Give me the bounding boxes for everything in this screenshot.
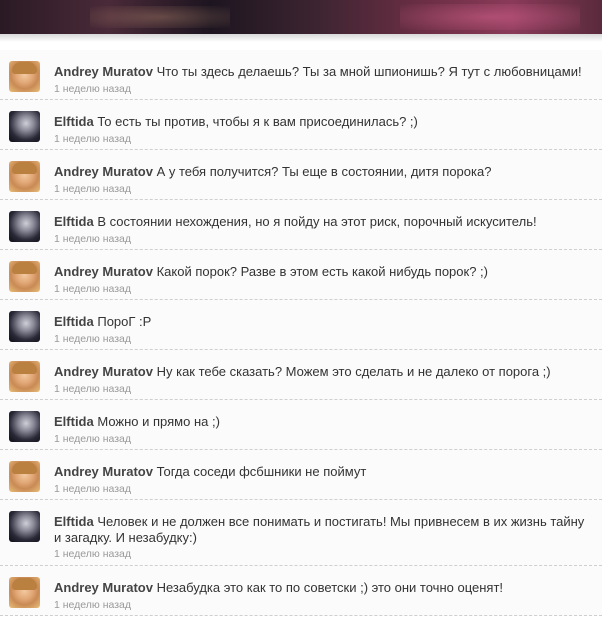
tweet-time[interactable]: 1 неделю назад [54, 133, 131, 145]
tweet-time[interactable]: 1 неделю назад [54, 599, 131, 611]
tweet-text: То есть ты против, чтобы я к вам присоед… [97, 114, 418, 129]
tweet-text: Тогда соседи фсбшники не поймут [156, 464, 367, 479]
tweet: Elftida В состоянии нехождения, но я пой… [0, 200, 602, 250]
tweet-text-block: Elftida То есть ты против, чтобы я к вам… [54, 114, 594, 130]
tweet-author[interactable]: Elftida [54, 114, 94, 129]
tweet-author[interactable]: Elftida [54, 514, 94, 529]
tweet-author[interactable]: Andrey Muratov [54, 264, 153, 279]
tweet-text-block: Andrey Muratov Ну как тебе сказать? Може… [54, 364, 594, 380]
andrey-avatar[interactable] [9, 577, 40, 608]
andrey-avatar[interactable] [9, 461, 40, 492]
elftida-avatar[interactable] [9, 211, 40, 242]
elftida-avatar[interactable] [9, 411, 40, 442]
tweet-text: Незабудка это как то по советски ;) это … [156, 580, 504, 595]
tweet: Andrey Muratov Что ты здесь делаешь? Ты … [0, 50, 602, 100]
tweet-author[interactable]: Andrey Muratov [54, 580, 153, 595]
tweet-time[interactable]: 1 неделю назад [54, 83, 131, 95]
tweet-author[interactable]: Andrey Muratov [54, 364, 153, 379]
tweet-text-block: Elftida Человек и не должен все понимать… [54, 514, 594, 546]
tweet: Andrey Muratov Тогда соседи фсбшники не … [0, 450, 602, 500]
elftida-avatar[interactable] [9, 511, 40, 542]
andrey-avatar[interactable] [9, 261, 40, 292]
tweet: Elftida ПороГ :Р 1 неделю назад [0, 300, 602, 350]
tweet-author[interactable]: Andrey Muratov [54, 164, 153, 179]
tweet-time[interactable]: 1 неделю назад [54, 433, 131, 445]
tweet-author[interactable]: Elftida [54, 214, 94, 229]
tweet-author[interactable]: Andrey Muratov [54, 64, 153, 79]
tweet-text-block: Andrey Muratov Что ты здесь делаешь? Ты … [54, 64, 594, 80]
andrey-avatar[interactable] [9, 61, 40, 92]
tweet-time[interactable]: 1 неделю назад [54, 183, 131, 195]
banner-light [90, 6, 230, 28]
andrey-avatar[interactable] [9, 161, 40, 192]
tweet-author[interactable]: Andrey Muratov [54, 464, 153, 479]
tweet: Andrey Muratov А у тебя получится? Ты ещ… [0, 150, 602, 200]
tweet-text-block: Elftida Можно и прямо на ;) [54, 414, 594, 430]
tweet-time[interactable]: 1 неделю назад [54, 283, 131, 295]
tweet-time[interactable]: 1 неделю назад [54, 333, 131, 345]
andrey-avatar[interactable] [9, 361, 40, 392]
tweet-author[interactable]: Elftida [54, 314, 94, 329]
banner-shadow [0, 34, 602, 42]
tweet-text: Что ты здесь делаешь? Ты за мной шпиониш… [156, 64, 582, 79]
tweet-author[interactable]: Elftida [54, 414, 94, 429]
tweet: Elftida Человек и не должен все понимать… [0, 500, 602, 566]
tweet: Andrey Muratov Какой порок? Разве в этом… [0, 250, 602, 300]
tweet: Elftida Можно и прямо на ;) 1 неделю наз… [0, 400, 602, 450]
elftida-avatar[interactable] [9, 311, 40, 342]
tweet-text-block: Andrey Muratov А у тебя получится? Ты ещ… [54, 164, 594, 180]
tweet-text: Человек и не должен все понимать и пости… [54, 514, 585, 545]
tweet: Andrey Muratov Незабудка это как то по с… [0, 566, 602, 616]
tweet-text: Можно и прямо на ;) [97, 414, 220, 429]
tweet-text-block: Andrey Muratov Тогда соседи фсбшники не … [54, 464, 594, 480]
tweet-text: А у тебя получится? Ты еще в состоянии, … [156, 164, 492, 179]
tweet-text-block: Andrey Muratov Какой порок? Разве в этом… [54, 264, 594, 280]
tweet: Andrey Muratov Ну как тебе сказать? Може… [0, 350, 602, 400]
elftida-avatar[interactable] [9, 111, 40, 142]
tweet-text: В состоянии нехождения, но я пойду на эт… [97, 214, 537, 229]
tweet-text: ПороГ :Р [97, 314, 152, 329]
tweet-text-block: Andrey Muratov Незабудка это как то по с… [54, 580, 594, 596]
tweet-text-block: Elftida ПороГ :Р [54, 314, 594, 330]
tweet: Elftida То есть ты против, чтобы я к вам… [0, 100, 602, 150]
tweet-text-block: Elftida В состоянии нехождения, но я пой… [54, 214, 594, 230]
tweet-time[interactable]: 1 неделю назад [54, 383, 131, 395]
tweet-time[interactable]: 1 неделю назад [54, 483, 131, 495]
tweet-time[interactable]: 1 неделю назад [54, 233, 131, 245]
banner-light [400, 4, 580, 30]
tweet-feed: Andrey Muratov Что ты здесь делаешь? Ты … [0, 50, 602, 616]
tweet-text: Ну как тебе сказать? Можем это сделать и… [156, 364, 551, 379]
header-banner [0, 0, 602, 34]
tweet-text: Какой порок? Разве в этом есть какой ниб… [156, 264, 488, 279]
tweet-time[interactable]: 1 неделю назад [54, 548, 131, 560]
